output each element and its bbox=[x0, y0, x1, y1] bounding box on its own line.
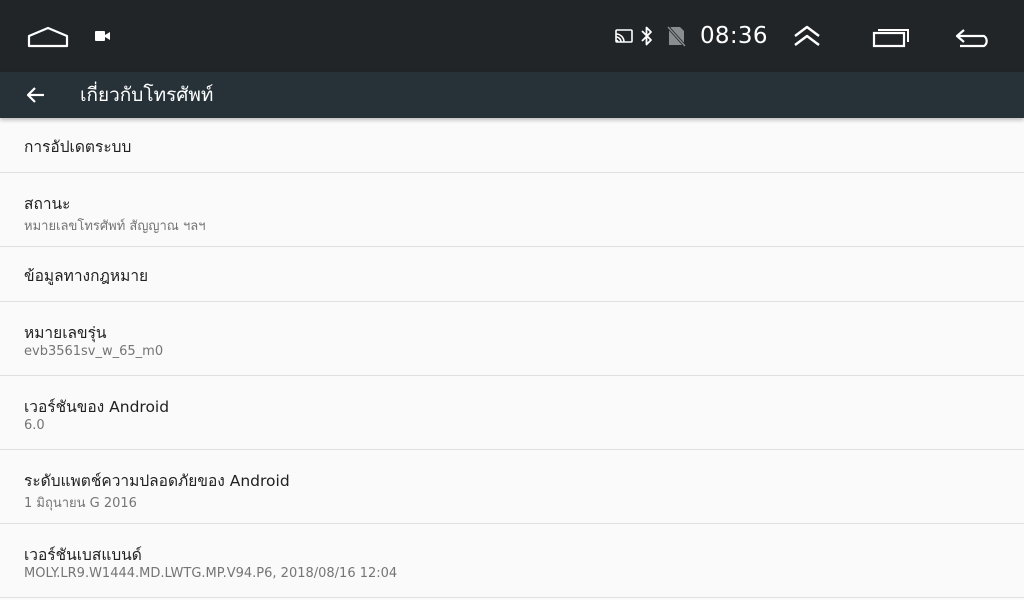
list-item-subtitle: evb3561sv_w_65_m0 bbox=[24, 344, 164, 359]
list-item-system-update[interactable]: การอัปเดตระบบ bbox=[0, 118, 1024, 173]
list-item-baseband-version[interactable]: เวอร์ชันเบสแบนด์ MOLY.LR9.W1444.MD.LWTG.… bbox=[0, 524, 1024, 598]
screen-recorder-icon bbox=[92, 29, 114, 43]
list-item-title: ข้อมูลทางกฎหมาย bbox=[24, 267, 149, 285]
list-item-title: เวอร์ชันของ Android bbox=[24, 398, 170, 416]
list-item-subtitle: หมายเลขโทรศัพท์ สัญญาณ ฯลฯ bbox=[24, 219, 206, 234]
list-item-legal-info[interactable]: ข้อมูลทางกฎหมาย bbox=[0, 247, 1024, 302]
list-item-title: เวอร์ชันเบสแบนด์ bbox=[24, 546, 142, 564]
no-sim-icon bbox=[666, 25, 686, 47]
settings-list: การอัปเดตระบบ สถานะ หมายเลขโทรศัพท์ สัญญ… bbox=[0, 118, 1024, 598]
page-title: เกี่ยวกับโทรศัพท์ bbox=[80, 84, 214, 106]
app-bar: เกี่ยวกับโทรศัพท์ bbox=[0, 72, 1024, 118]
list-item-title: สถานะ bbox=[24, 195, 71, 213]
list-item-security-patch[interactable]: ระดับแพตช์ความปลอดภัยของ Android 1 มิถุน… bbox=[0, 450, 1024, 524]
list-item-android-version[interactable]: เวอร์ชันของ Android 6.0 bbox=[0, 376, 1024, 450]
arrow-left-icon[interactable] bbox=[24, 83, 48, 107]
recent-apps-icon[interactable] bbox=[870, 25, 912, 49]
back-icon[interactable] bbox=[952, 25, 996, 49]
cast-icon bbox=[614, 27, 634, 45]
system-status-bar: 08:36 bbox=[0, 0, 1024, 72]
list-item-title: หมายเลขรุ่น bbox=[24, 324, 107, 342]
list-item-subtitle: 6.0 bbox=[24, 418, 45, 433]
list-item-model-number[interactable]: หมายเลขรุ่น evb3561sv_w_65_m0 bbox=[0, 302, 1024, 376]
status-clock: 08:36 bbox=[700, 23, 768, 49]
list-item-title: การอัปเดตระบบ bbox=[24, 138, 132, 156]
bluetooth-icon bbox=[640, 25, 654, 47]
list-item-status[interactable]: สถานะ หมายเลขโทรศัพท์ สัญญาณ ฯลฯ bbox=[0, 173, 1024, 247]
expand-up-icon[interactable] bbox=[790, 22, 824, 50]
list-item-subtitle: 1 มิถุนายน G 2016 bbox=[24, 496, 137, 511]
home-icon[interactable] bbox=[26, 24, 70, 50]
list-item-title: ระดับแพตช์ความปลอดภัยของ Android bbox=[24, 472, 290, 490]
list-item-subtitle: MOLY.LR9.W1444.MD.LWTG.MP.V94.P6, 2018/0… bbox=[24, 566, 398, 581]
